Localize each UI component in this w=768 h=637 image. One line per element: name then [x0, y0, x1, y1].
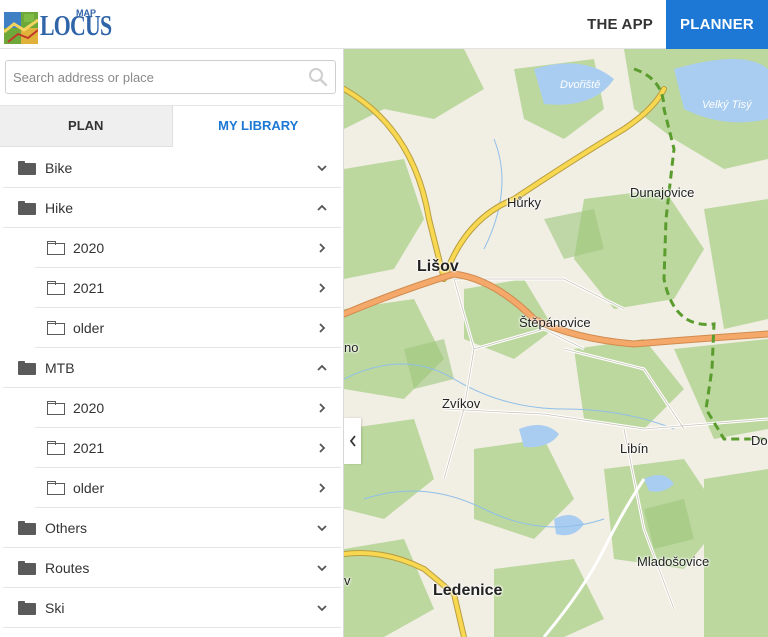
collapse-sidebar-button[interactable]: [344, 418, 361, 464]
folder-row-ski[interactable]: Ski: [3, 588, 341, 628]
map-label-ledenice: Ledenice: [433, 582, 503, 599]
map-label-mladosovice: Mladošovice: [637, 554, 710, 569]
subfolder-label: 2020: [73, 399, 105, 416]
folder-outline-icon: [47, 400, 65, 415]
chevron-down-icon[interactable]: [315, 161, 329, 175]
chevron-right-icon[interactable]: [315, 481, 329, 495]
tab-my-library[interactable]: MY LIBRARY: [172, 106, 343, 147]
chevron-right-icon[interactable]: [315, 281, 329, 295]
chevron-right-icon[interactable]: [315, 241, 329, 255]
folder-outline-icon: [47, 440, 65, 455]
folder-icon: [18, 560, 36, 575]
library-folder-list: Bike Hike 2020 2021 older MTB 2020 2021 …: [0, 148, 343, 628]
map-label-velky-tisy: Velký Tisý: [702, 99, 752, 111]
sidebar: PLAN MY LIBRARY Bike Hike 2020 2021 olde…: [0, 49, 344, 637]
subfolder-row-mtb-2021[interactable]: 2021: [35, 428, 341, 468]
folder-label: MTB: [45, 359, 75, 376]
map-label-lisov: Lišov: [417, 258, 459, 275]
chevron-up-icon[interactable]: [315, 361, 329, 375]
folder-row-bike[interactable]: Bike: [3, 148, 341, 188]
logo-word-text: LOCUS: [40, 11, 112, 42]
subfolder-row-mtb-2020[interactable]: 2020: [35, 388, 341, 428]
chevron-down-icon[interactable]: [315, 561, 329, 575]
map-label-dvoriste: Dvořiště: [560, 79, 601, 91]
search-input[interactable]: [13, 62, 306, 92]
search-icon[interactable]: [306, 65, 330, 89]
nav-planner[interactable]: PLANNER: [666, 0, 768, 49]
folder-label: Bike: [45, 159, 73, 176]
map-label-no: no: [344, 340, 359, 355]
subfolder-row-hike-2021[interactable]: 2021: [35, 268, 341, 308]
map-label-stepanovice: Štěpánovice: [519, 315, 591, 330]
folder-outline-icon: [47, 240, 65, 255]
folder-row-hike[interactable]: Hike: [3, 188, 341, 228]
subfolder-row-hike-older[interactable]: older: [35, 308, 341, 348]
chevron-right-icon[interactable]: [315, 441, 329, 455]
folder-outline-icon: [47, 320, 65, 335]
map-label-dunajovice: Dunajovice: [630, 185, 695, 200]
map-label-v: v: [344, 573, 351, 588]
chevron-down-icon[interactable]: [315, 601, 329, 615]
folder-row-others[interactable]: Others: [3, 508, 341, 548]
subfolder-row-mtb-older[interactable]: older: [35, 468, 341, 508]
folder-outline-icon: [47, 280, 65, 295]
top-header: MAP LOCUS THE APP PLANNER: [0, 0, 768, 49]
folder-row-mtb[interactable]: MTB: [3, 348, 341, 388]
folder-label: Routes: [45, 559, 90, 576]
tab-plan[interactable]: PLAN: [0, 106, 173, 147]
subfolder-label: 2020: [73, 239, 105, 256]
subfolder-label: 2021: [73, 439, 105, 456]
locus-map-logo[interactable]: MAP LOCUS: [3, 6, 112, 44]
map-label-hurky: Hůrky: [507, 195, 541, 210]
folder-label: Hike: [45, 199, 74, 216]
search-box: [5, 60, 336, 94]
folder-icon: [18, 360, 36, 375]
folder-icon: [18, 200, 36, 215]
top-nav: THE APP PLANNER: [574, 0, 768, 49]
chevron-left-icon: [349, 435, 356, 447]
chevron-down-icon[interactable]: [315, 521, 329, 535]
subfolder-label: older: [73, 479, 105, 496]
map-label-libin: Libín: [620, 441, 649, 456]
map-canvas[interactable]: [344, 49, 768, 637]
sidebar-tabs: PLAN MY LIBRARY: [0, 105, 343, 147]
map-view[interactable]: Dvořiště Velký Tisý Hůrky Dunajovice Liš…: [344, 49, 768, 637]
map-label-do: Do: [751, 433, 768, 448]
chevron-right-icon[interactable]: [315, 321, 329, 335]
folder-row-routes[interactable]: Routes: [3, 548, 341, 588]
chevron-right-icon[interactable]: [315, 401, 329, 415]
folder-outline-icon: [47, 480, 65, 495]
subfolder-label: older: [73, 319, 105, 336]
logo-mark-icon: [3, 12, 39, 44]
subfolder-label: 2021: [73, 279, 105, 296]
subfolder-row-hike-2020[interactable]: 2020: [35, 228, 341, 268]
map-label-zvikov: Zvíkov: [442, 396, 481, 411]
folder-icon: [18, 160, 36, 175]
folder-label: Others: [45, 519, 88, 536]
nav-the-app[interactable]: THE APP: [574, 0, 666, 49]
folder-icon: [18, 520, 36, 535]
folder-icon: [18, 600, 36, 615]
folder-label: Ski: [45, 599, 65, 616]
chevron-up-icon[interactable]: [315, 201, 329, 215]
